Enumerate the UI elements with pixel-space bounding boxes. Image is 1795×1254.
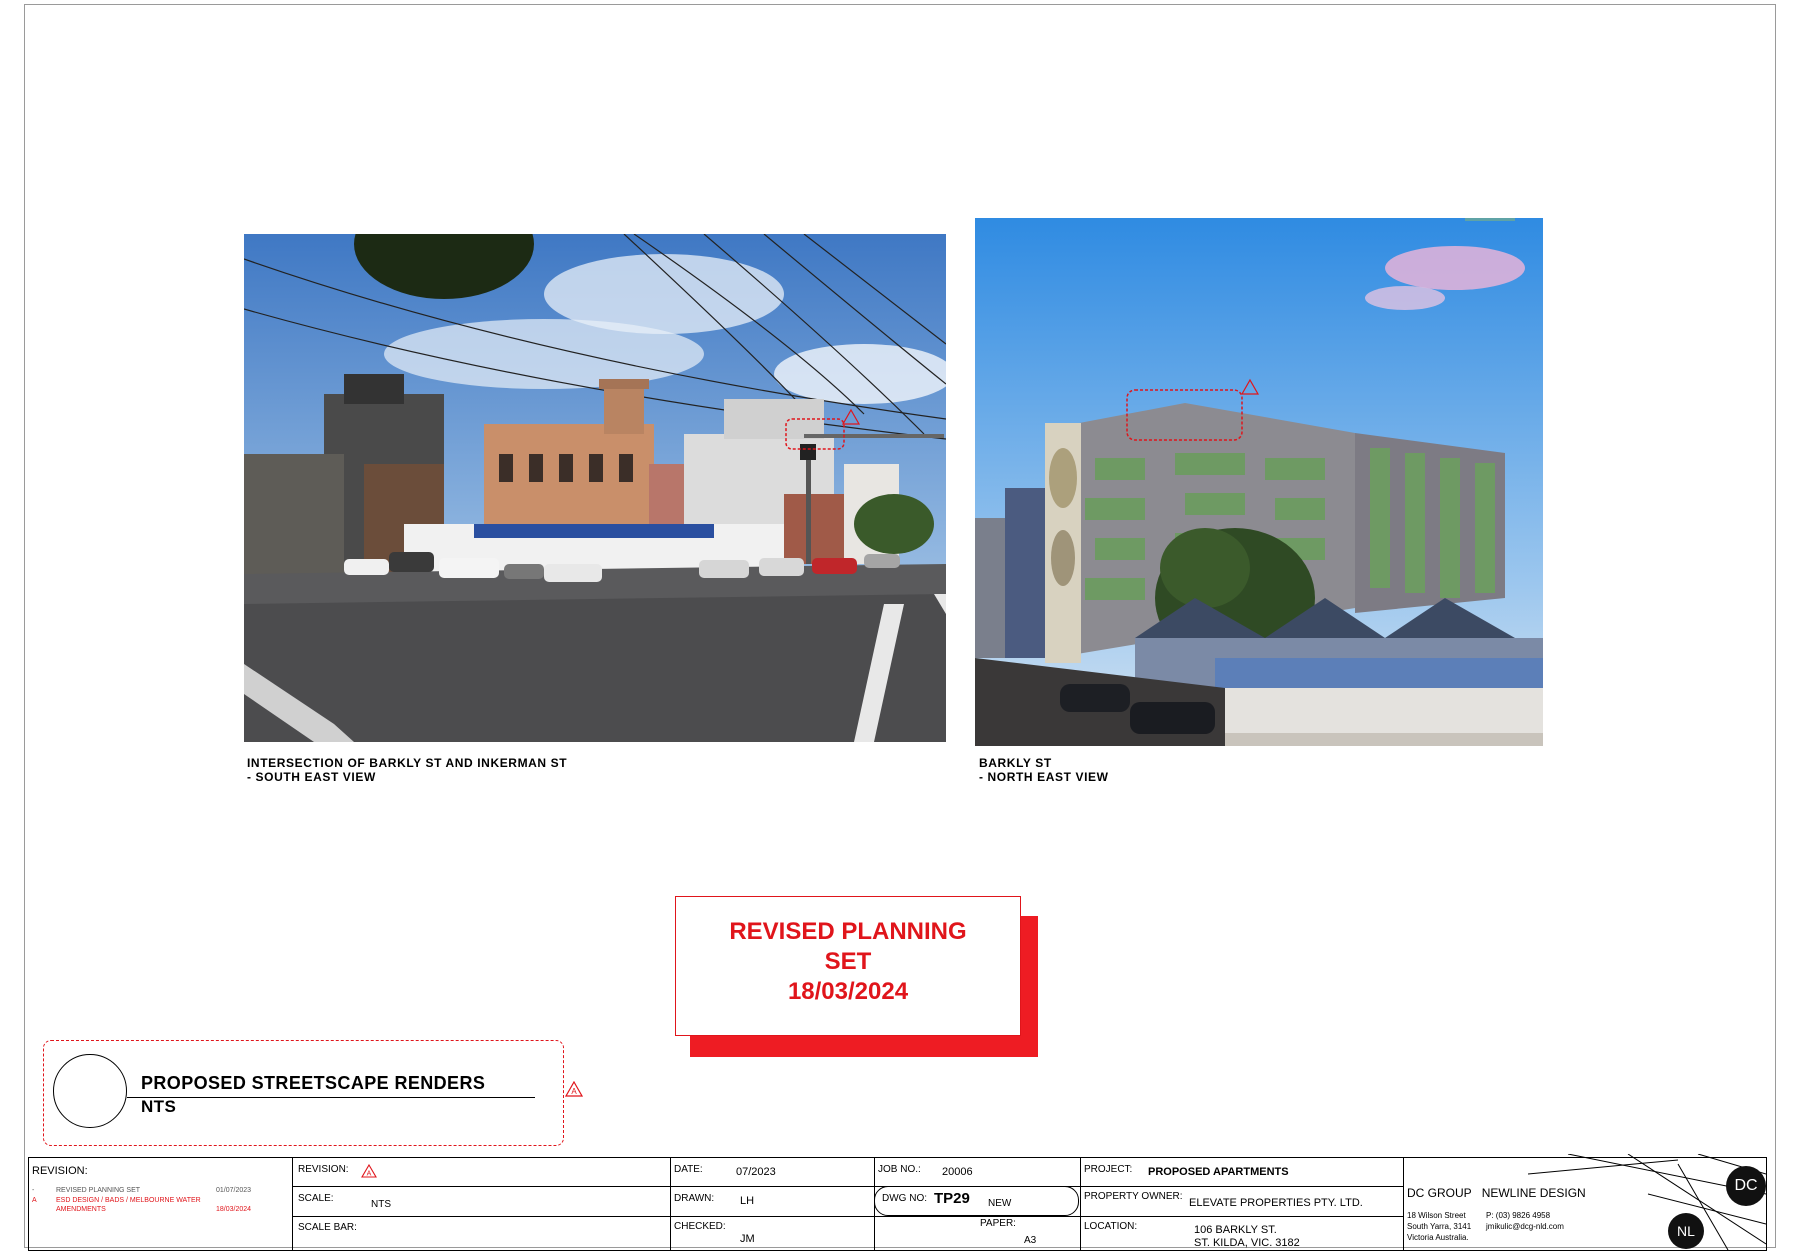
revision-row-2: A ESD DESIGN / BADS / MELBOURNE WATER AMEN… (32, 1197, 252, 1213)
checked-label: CHECKED: (674, 1221, 726, 1232)
project-label: PROJECT: (1084, 1164, 1133, 1175)
scale-bar-label: SCALE BAR: (298, 1222, 357, 1233)
scale-label: SCALE: (298, 1193, 334, 1204)
job-no-label: JOB NO.: (878, 1164, 921, 1175)
revision-heading: REVISION: (32, 1165, 88, 1177)
project-value: PROPOSED APARTMENTS (1148, 1166, 1289, 1178)
owner-value: ELEVATE PROPERTIES PTY. LTD. (1189, 1197, 1363, 1209)
svg-text:A: A (571, 1087, 577, 1096)
checked-value: JM (740, 1233, 755, 1245)
firm-logo-lines (1528, 1154, 1766, 1250)
job-no-value: 20006 (942, 1166, 973, 1178)
revision-triangle-icon: A (565, 1081, 583, 1097)
svg-text:A: A (367, 1171, 372, 1178)
dc-logo: DC (1726, 1166, 1766, 1206)
dwg-status: NEW (988, 1198, 1012, 1209)
revision-row-1: - REVISED PLANNING SET 01/07/2023 (32, 1187, 252, 1194)
render-barkly-north-east (975, 218, 1543, 746)
drawing-reference-circle (53, 1054, 127, 1128)
drawn-label: DRAWN: (674, 1193, 715, 1204)
nl-logo: NL (1668, 1213, 1704, 1249)
caption-left: INTERSECTION OF BARKLY ST AND INKERMAN S… (247, 756, 568, 784)
title-block: REVISION: - REVISED PLANNING SET 01/07/202… (28, 1154, 1767, 1251)
owner-label: PROPERTY OWNER: (1084, 1191, 1183, 1202)
photo-intersection-south-east (244, 234, 946, 742)
paper-label: PAPER: (980, 1218, 1016, 1229)
drawing-title: PROPOSED STREETSCAPE RENDERS (141, 1073, 486, 1093)
title-underline (127, 1097, 535, 1098)
firm-address: 18 Wilson Street South Yarra, 3141 Victo… (1407, 1211, 1472, 1242)
paper-value: A3 (1024, 1235, 1037, 1246)
dwg-no-value: TP29 (934, 1190, 970, 1207)
dwg-no-label: DWG NO: (882, 1193, 927, 1204)
revision-a-triangle-icon: A (361, 1164, 377, 1178)
date-value: 07/2023 (736, 1166, 776, 1178)
scale-value: NTS (371, 1199, 391, 1210)
drawing-scale: NTS (141, 1097, 177, 1116)
caption-right: BARKLY ST - NORTH EAST VIEW (979, 756, 1109, 784)
date-label: DATE: (674, 1164, 703, 1175)
revision-label: REVISION: (298, 1164, 349, 1175)
drawn-value: LH (740, 1195, 755, 1207)
revised-planning-stamp: REVISED PLANNING SET 18/03/2024 (675, 896, 1021, 1036)
location-value: 106 BARKLY ST. ST. KILDA, VIC. 3182 (1194, 1224, 1300, 1249)
location-label: LOCATION: (1084, 1221, 1138, 1232)
